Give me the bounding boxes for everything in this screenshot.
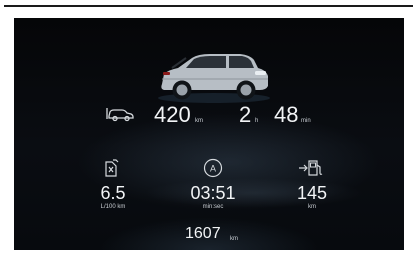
distance-unit: km: [308, 204, 316, 210]
consumption-unit: L/100 km: [100, 204, 126, 210]
odometer-value: 1607: [185, 225, 221, 242]
consumption-value: 6.5: [100, 183, 126, 203]
distance-value: 145: [296, 183, 328, 203]
trip-computer-screen: 420 km 2 h 48 min 6.5 L/100 km A 03:51 m…: [14, 18, 404, 250]
range-value: 420: [154, 102, 191, 127]
odometer-unit: km: [230, 236, 238, 242]
range-unit: km: [195, 118, 203, 124]
trip-time-value: 03:51: [190, 183, 236, 203]
time-left-minutes-unit: min: [301, 118, 311, 124]
fuel-pump-distance-icon: [298, 158, 324, 178]
time-left-hours: 2: [239, 102, 252, 127]
trip-time-unit: min:sec: [202, 204, 224, 210]
trip-a-icon: A: [203, 158, 223, 178]
car-range-icon: [106, 106, 134, 122]
svg-text:A: A: [210, 164, 216, 174]
time-left-hours-unit: h: [255, 118, 259, 124]
time-left-minutes: 48: [274, 102, 299, 127]
vehicle-image: [154, 46, 272, 106]
fuel-consumption-icon: [104, 158, 120, 178]
top-rule: [4, 5, 413, 7]
